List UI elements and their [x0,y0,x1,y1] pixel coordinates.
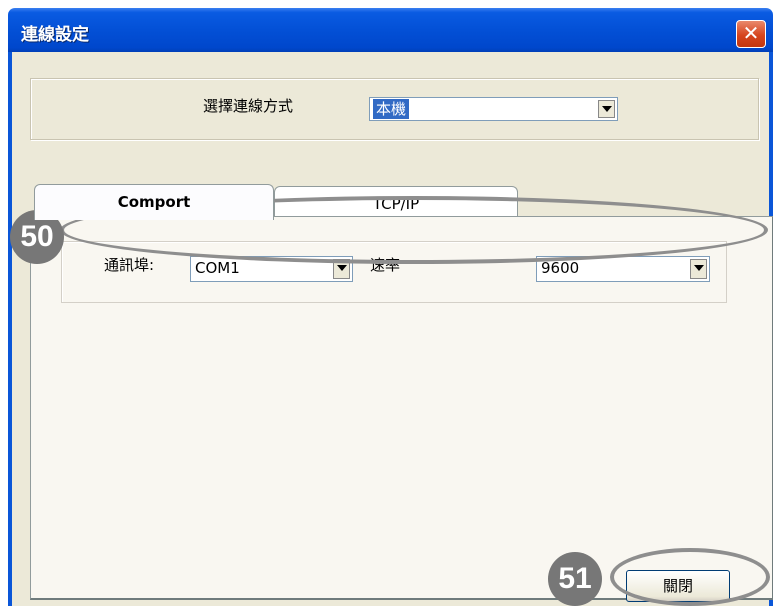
annotation-badge-51: 51 [548,552,602,606]
connection-settings-window: 連線設定 ✕ 選擇連線方式 本機 Comport TCP/IP 通訊埠: COM… [8,8,773,606]
title-bar[interactable]: 連線設定 ✕ [8,8,773,52]
close-window-button[interactable]: ✕ [736,20,766,48]
port-value: COM1 [195,259,240,277]
chevron-down-icon[interactable] [598,100,615,118]
chevron-down-icon[interactable] [690,259,707,279]
connection-method-value: 本機 [373,99,410,119]
tab-comport-label: Comport [117,193,191,211]
connection-method-label: 選擇連線方式 [203,97,294,115]
port-label: 通訊埠: [104,256,155,274]
dialog-body: 選擇連線方式 本機 Comport TCP/IP 通訊埠: COM1 速率 96… [8,52,773,606]
annotation-oval-51 [610,548,770,606]
tab-comport[interactable]: Comport [34,184,274,220]
connection-method-select[interactable]: 本機 [369,97,618,121]
rate-value: 9600 [541,259,580,277]
comport-panel: 通訊埠: COM1 速率 9600 [30,216,773,600]
connection-method-group: 選擇連線方式 本機 [30,78,759,140]
window-title: 連線設定 [21,25,89,45]
